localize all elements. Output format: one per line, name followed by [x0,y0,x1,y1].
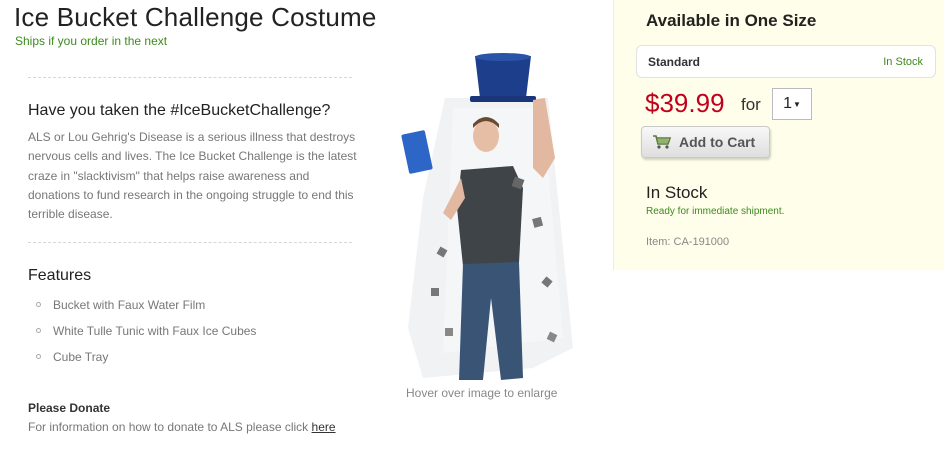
stock-note: Ready for immediate shipment. [646,206,785,217]
features-list: Bucket with Faux Water Film White Tulle … [36,296,256,374]
ships-note: Ships if you order in the next [15,34,168,48]
price: $39.99 [645,88,725,118]
hover-note: Hover over image to enlarge [406,386,558,400]
donate-link[interactable]: here [312,420,336,434]
description-text: ALS or Lou Gehrig's Disease is a serious… [28,130,357,222]
item-number: Item: CA-191000 [646,236,730,248]
divider [28,242,352,243]
size-option[interactable]: Standard In Stock [636,45,936,78]
feature-item: Cube Tray [36,348,256,374]
feature-item: Bucket with Faux Water Film [36,296,256,322]
costume-photo [401,53,573,380]
donate-text: For information on how to donate to ALS … [28,420,336,434]
shopping-cart-icon [653,135,672,149]
availability-title: Available in One Size [646,11,817,30]
divider [28,77,352,78]
page-title: Ice Bucket Challenge Costume [14,2,377,32]
quantity-value: 1 [783,95,792,112]
add-to-cart-button[interactable]: Add to Cart [641,126,770,158]
bullet-icon [36,354,41,359]
donate-heading: Please Donate [28,401,111,415]
description-heading: Have you taken the #IceBucketChallenge? [28,102,331,119]
size-stock-status: In Stock [883,56,923,68]
add-to-cart-label: Add to Cart [679,134,756,150]
bullet-icon [36,328,41,333]
features-heading: Features [28,267,92,284]
purchase-panel: Available in One Size Standard In Stock … [613,0,944,270]
size-name: Standard [648,55,701,69]
for-label: for [741,95,761,114]
quantity-select[interactable]: 1 ▼ [772,88,812,120]
stock-status-title: In Stock [646,183,708,202]
feature-label: Cube Tray [53,350,109,364]
product-image[interactable] [383,48,583,388]
feature-item: White Tulle Tunic with Faux Ice Cubes [36,322,256,348]
feature-label: White Tulle Tunic with Faux Ice Cubes [53,324,257,338]
chevron-down-icon: ▼ [792,99,801,109]
bullet-icon [36,302,41,307]
donate-text-label: For information on how to donate to ALS … [28,420,309,434]
feature-label: Bucket with Faux Water Film [53,298,206,312]
